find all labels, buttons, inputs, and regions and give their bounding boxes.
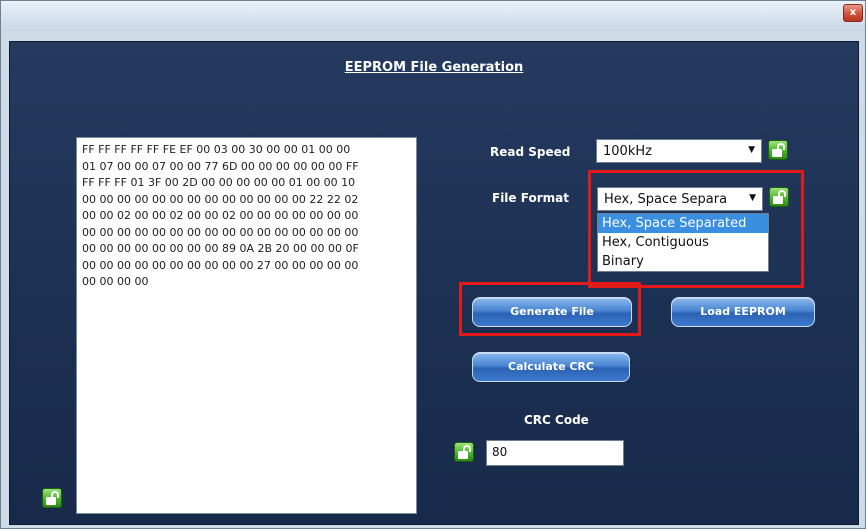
- dropdown-option[interactable]: Hex, Contiguous: [598, 233, 768, 252]
- panel-title: EEPROM File Generation: [344, 60, 524, 75]
- file-format-select[interactable]: Hex, Space Separa ▼: [597, 187, 763, 211]
- eeprom-data-line: 00 00 00 00 00 00 00 00 00 00 00 00 00 0…: [82, 225, 359, 239]
- crc-code-field[interactable]: 80: [486, 440, 624, 466]
- lock-toggle-file-format[interactable]: [769, 187, 789, 207]
- lock-toggle-crc[interactable]: [454, 442, 474, 462]
- read-speed-label: Read Speed: [490, 145, 571, 159]
- eeprom-data-textarea[interactable]: FF FF FF FF FF FE EF 00 03 00 30 00 00 0…: [76, 137, 417, 514]
- eeprom-data-line: 00 00 02 00 00 02 00 00 02 00 00 00 00 0…: [82, 209, 359, 222]
- eeprom-data-line: 00 00 00 00 00 00 00 00 00 00 27 00 00 0…: [82, 258, 359, 272]
- dropdown-option[interactable]: Hex, Space Separated: [598, 214, 768, 233]
- close-icon: x: [849, 7, 857, 18]
- file-format-value: Hex, Space Separa: [604, 192, 728, 207]
- dropdown-option[interactable]: Binary: [598, 252, 768, 271]
- close-button[interactable]: x: [843, 4, 863, 22]
- file-format-label: File Format: [492, 191, 569, 205]
- eeprom-data-line: 00 00 00 00 00 00 00 00 00 00 00 00 00 2…: [82, 192, 359, 206]
- dropdown-arrow-icon: ▼: [749, 193, 756, 203]
- eeprom-panel: EEPROM File Generation FF FF FF FF FF FE…: [9, 41, 859, 525]
- generate-file-button[interactable]: Generate File: [472, 297, 632, 327]
- dropdown-arrow-icon: ▼: [748, 145, 755, 155]
- eeprom-data-line: 00 00 00 00: [82, 275, 149, 288]
- read-speed-select[interactable]: 100kHz ▼: [596, 139, 762, 163]
- app-window: x EEPROM File Generation FF FF FF FF FF …: [0, 0, 866, 529]
- crc-code-label: CRC Code: [524, 413, 589, 427]
- eeprom-data-line: 01 07 00 00 07 00 00 77 6D 00 00 00 00 0…: [82, 159, 359, 173]
- file-format-dropdown-list: Hex, Space Separated Hex, Contiguous Bin…: [597, 213, 769, 272]
- load-eeprom-button[interactable]: Load EEPROM: [671, 297, 815, 327]
- eeprom-data-line: FF FF FF 01 3F 00 2D 00 00 00 00 00 01 0…: [82, 176, 356, 189]
- read-speed-value: 100kHz: [603, 144, 652, 159]
- title-bar: x: [1, 1, 865, 31]
- lock-toggle-read-speed[interactable]: [768, 140, 788, 160]
- eeprom-data-line: FF FF FF FF FF FE EF 00 03 00 30 00 00 0…: [82, 143, 351, 156]
- calculate-crc-button[interactable]: Calculate CRC: [472, 352, 630, 382]
- lock-toggle-data[interactable]: [42, 488, 62, 508]
- eeprom-data-line: 00 00 00 00 00 00 00 00 89 0A 2B 20 00 0…: [82, 242, 359, 255]
